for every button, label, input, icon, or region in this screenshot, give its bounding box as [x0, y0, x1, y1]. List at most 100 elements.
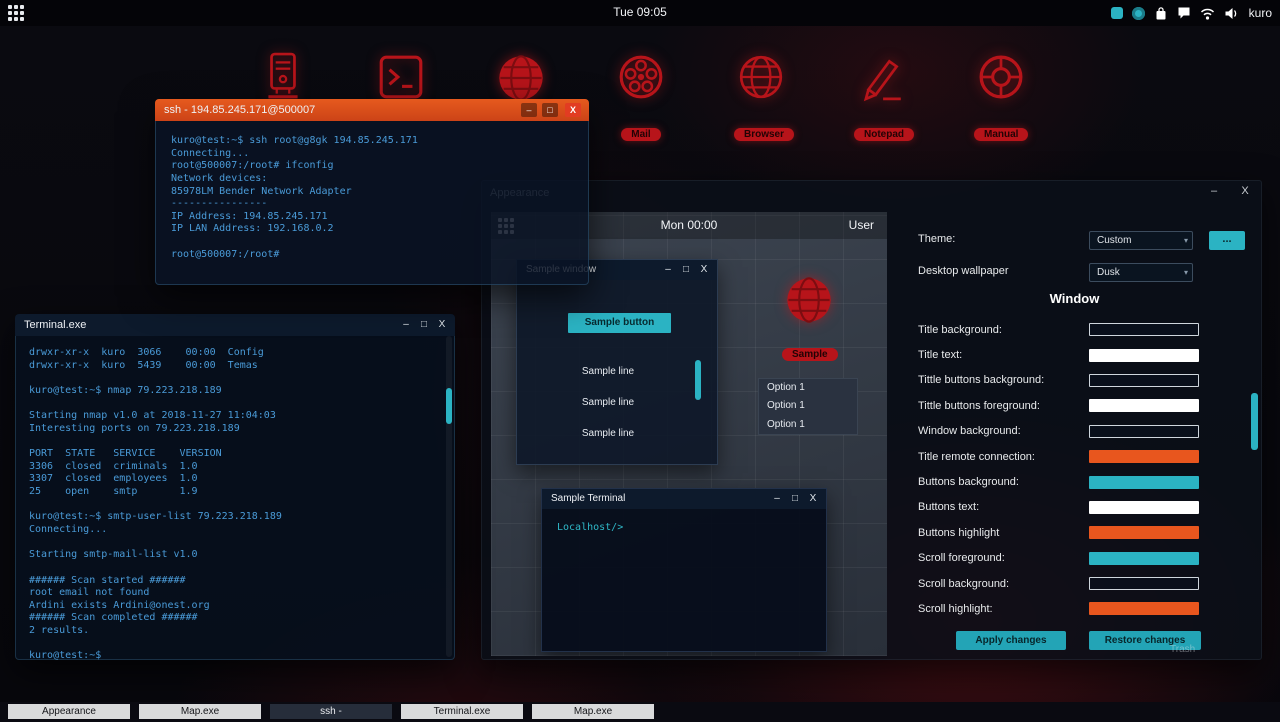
desktop-icon-mail[interactable]: Mail: [614, 52, 668, 142]
sample-scrollbar[interactable]: [695, 360, 701, 400]
terminal-output-line: root email not found: [29, 587, 150, 599]
color-setting-label: Tittle buttons foreground:: [918, 399, 1040, 412]
window-scrollbar[interactable]: [1251, 393, 1258, 450]
minimize-button[interactable]: –: [768, 489, 786, 509]
color-swatch[interactable]: [1089, 450, 1199, 464]
color-setting-row: Buttons text:: [918, 495, 1199, 520]
minimize-button[interactable]: –: [521, 103, 537, 117]
color-swatch[interactable]: [1089, 526, 1199, 540]
sample-desktop-icon[interactable]: Sample: [782, 274, 838, 362]
color-swatch[interactable]: [1089, 551, 1199, 565]
color-swatch[interactable]: [1089, 399, 1199, 413]
close-button[interactable]: X: [804, 489, 822, 509]
color-setting-label: Scroll highlight:: [918, 602, 993, 615]
status-square-icon[interactable]: [1110, 7, 1123, 19]
close-button[interactable]: X: [1237, 185, 1253, 197]
username[interactable]: kuro: [1249, 6, 1272, 20]
volume-icon[interactable]: [1224, 7, 1238, 20]
close-button[interactable]: X: [433, 314, 451, 336]
theme-select[interactable]: Custom ▾: [1089, 231, 1193, 250]
status-circle-icon[interactable]: [1131, 6, 1145, 20]
sample-icon-label: Sample: [782, 348, 838, 361]
desktop-icon-label: Browser: [734, 128, 795, 141]
maximize-button[interactable]: □: [677, 260, 695, 280]
desktop-icon-globe[interactable]: [494, 52, 548, 104]
sample-button[interactable]: Sample button: [568, 313, 671, 333]
theme-label: Theme:: [918, 233, 956, 245]
terminal-output-line: 3307 closed employees 1.0: [29, 473, 198, 485]
terminal-output-line: drwxr-xr-x kuro 5439 00:00 Temas: [29, 359, 258, 371]
apply-changes-button[interactable]: Apply changes: [956, 631, 1066, 650]
desktop-icon-terminal[interactable]: [374, 52, 428, 102]
desktop-icon-browser[interactable]: Browser: [734, 52, 795, 142]
desktop-icon-manual[interactable]: Manual: [974, 52, 1029, 142]
minimize-button[interactable]: –: [397, 314, 415, 336]
option-item[interactable]: Option 1: [759, 416, 857, 434]
terminal-output-line: kuro@test:~$ ssh root@g8gk 194.85.245.17…: [171, 135, 418, 146]
terminal-output-line: 25 open smtp 1.9: [29, 486, 198, 498]
taskbar-items: Appearance Map.exe ssh - Terminal.exe Map.ex…: [0, 702, 1280, 719]
ssh-titlebar[interactable]: ssh - 194.85.245.171@500007 – □ X: [155, 99, 589, 121]
taskbar-item[interactable]: Map.exe: [532, 704, 654, 719]
taskbar-item[interactable]: Terminal.exe: [401, 704, 523, 719]
sample-line: Sample line: [581, 366, 635, 377]
color-setting-row: Tittle buttons background:: [918, 368, 1199, 393]
color-swatch[interactable]: [1089, 424, 1199, 438]
color-setting-label: Buttons text:: [918, 501, 980, 514]
terminal-output-line: kuro@test:~$: [29, 650, 102, 662]
color-swatch[interactable]: [1089, 500, 1199, 514]
wallpaper-select[interactable]: Dusk ▾: [1089, 263, 1193, 282]
chat-icon[interactable]: [1177, 6, 1191, 20]
color-setting-row: Buttons highlight: [918, 520, 1199, 545]
color-swatch[interactable]: [1089, 323, 1199, 337]
restore-changes-button[interactable]: Restore changes: [1089, 631, 1201, 650]
terminal-titlebar[interactable]: Terminal.exe – □ X: [15, 314, 455, 336]
shop-icon[interactable]: [1154, 6, 1168, 21]
wallpaper-value: Dusk: [1097, 267, 1120, 278]
color-swatch[interactable]: [1089, 348, 1199, 362]
taskbar-item[interactable]: Map.exe: [139, 704, 261, 719]
sample-lines: Sample line Sample line Sample line: [522, 356, 694, 449]
theme-browse-button[interactable]: ...: [1209, 231, 1245, 250]
maximize-button[interactable]: □: [786, 489, 804, 509]
color-swatch[interactable]: [1089, 577, 1199, 591]
close-button[interactable]: X: [565, 103, 581, 117]
close-button[interactable]: X: [695, 260, 713, 280]
terminal-output-line: kuro@test:~$ nmap 79.223.218.189: [29, 384, 222, 396]
minimize-button[interactable]: –: [1206, 185, 1222, 197]
option-item[interactable]: Option 1: [759, 397, 857, 415]
option-item[interactable]: Option 1: [759, 379, 857, 397]
terminal-output-line: Connecting...: [171, 147, 250, 159]
terminal-output-line: Interesting ports on 79.223.218.189: [29, 422, 240, 434]
minimize-button[interactable]: –: [659, 260, 677, 280]
ssh-terminal-output[interactable]: kuro@test:~$ ssh root@g8gk 194.85.245.17…: [155, 121, 589, 285]
color-swatch[interactable]: [1089, 475, 1199, 489]
taskbar-item[interactable]: ssh -: [270, 704, 392, 719]
terminal-output[interactable]: drwxr-xr-x kuro 3066 00:00 Config drwxr-x…: [15, 336, 455, 662]
maximize-button[interactable]: □: [415, 314, 433, 336]
color-swatch[interactable]: [1089, 602, 1199, 616]
globe-icon: [782, 274, 836, 326]
desktop-icon-computer[interactable]: [256, 52, 310, 102]
wifi-icon[interactable]: [1200, 7, 1215, 20]
sample-terminal-titlebar[interactable]: Sample Terminal – □ X: [542, 489, 826, 509]
terminal-output-line: root@500007:/root#: [171, 248, 280, 260]
mail-icon: [614, 52, 668, 102]
scrollbar-thumb[interactable]: [446, 388, 452, 424]
app-launcher-icon[interactable]: [8, 5, 24, 21]
color-setting-row: Buttons background:: [918, 469, 1199, 494]
desktop-icon-notepad[interactable]: Notepad: [854, 52, 914, 142]
wallpaper-label: Desktop wallpaper: [918, 265, 1009, 277]
color-setting-label: Title background:: [918, 323, 1002, 336]
color-setting-row: Scroll foreground:: [918, 546, 1199, 571]
maximize-button[interactable]: □: [542, 103, 558, 117]
taskbar-item[interactable]: Appearance: [8, 704, 130, 719]
scrollbar-track[interactable]: [446, 336, 452, 657]
color-swatch[interactable]: [1089, 373, 1199, 387]
color-setting-label: Tittle buttons background:: [918, 374, 1045, 387]
